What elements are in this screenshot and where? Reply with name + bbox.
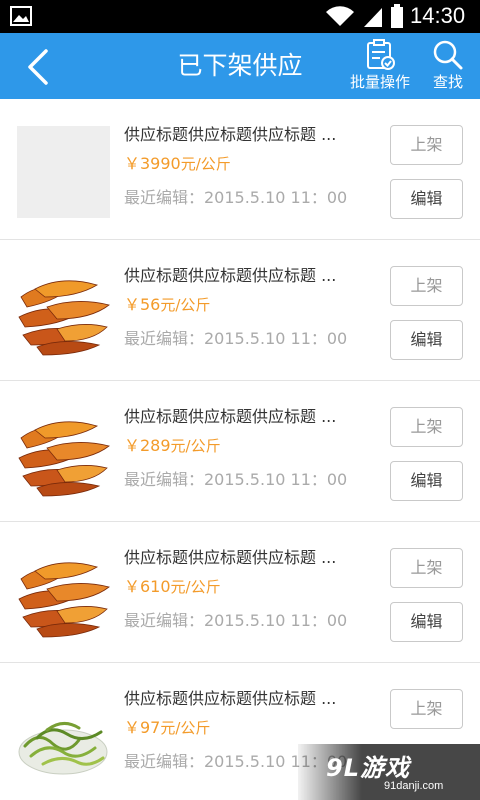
price-value: ￥610 (124, 577, 171, 596)
item-price: ￥610元/公斤 (124, 577, 221, 597)
battery-icon (390, 4, 404, 32)
search-icon (433, 40, 463, 70)
edit-button[interactable]: 编辑 (390, 320, 463, 360)
price-unit: 元/公斤 (170, 578, 221, 596)
product-image-dried-pepper (17, 549, 110, 641)
item-title: 供应标题供应标题供应标题 ... (124, 548, 337, 567)
product-image-dried-pepper (17, 267, 110, 359)
relist-button[interactable]: 上架 (390, 407, 463, 447)
item-title: 供应标题供应标题供应标题 ... (124, 266, 337, 285)
list-item[interactable]: 供应标题供应标题供应标题 ... ￥610元/公斤 最近编辑：2015.5.10… (0, 522, 480, 663)
price-value: ￥56 (124, 295, 161, 314)
item-price: ￥3990元/公斤 (124, 154, 231, 174)
status-time: 14:30 (410, 3, 466, 28)
relist-button[interactable]: 上架 (390, 266, 463, 306)
relist-button[interactable]: 上架 (390, 548, 463, 588)
watermark-logo: 9L游戏 (326, 754, 410, 782)
search-label: 查找 (432, 73, 463, 91)
list-item[interactable]: 供应标题供应标题供应标题 ... ￥289元/公斤 最近编辑：2015.5.10… (0, 381, 480, 522)
list-item[interactable]: 供应标题供应标题供应标题 ... ￥56元/公斤 最近编辑：2015.5.10 … (0, 240, 480, 381)
last-edited: 最近编辑：2015.5.10 11：00 (124, 470, 348, 489)
last-edited: 最近编辑：2015.5.10 11：00 (124, 329, 348, 348)
list-item[interactable]: 供应标题供应标题供应标题 ... ￥3990元/公斤 最近编辑：2015.5.1… (0, 99, 480, 240)
batch-operation-label: 批量操作 (349, 73, 410, 91)
product-image-placeholder (17, 126, 110, 218)
app-bar: 已下架供应 批量操作 查找 (0, 33, 480, 99)
wifi-icon (325, 5, 355, 31)
watermark-site: 91danji.com (384, 780, 444, 792)
item-title: 供应标题供应标题供应标题 ... (124, 125, 337, 144)
price-unit: 元/公斤 (180, 155, 231, 173)
status-bar: 14:30 (0, 0, 480, 33)
last-edited: 最近编辑：2015.5.10 11：00 (124, 611, 348, 630)
price-unit: 元/公斤 (160, 296, 211, 314)
item-title: 供应标题供应标题供应标题 ... (124, 689, 337, 708)
item-price: ￥56元/公斤 (124, 295, 210, 315)
price-value: ￥97 (124, 718, 161, 737)
edit-button[interactable]: 编辑 (390, 179, 463, 219)
price-value: ￥3990 (124, 154, 181, 173)
item-title: 供应标题供应标题供应标题 ... (124, 407, 337, 426)
clipboard-check-icon (367, 39, 395, 70)
item-price: ￥289元/公斤 (124, 436, 221, 456)
batch-operation-button[interactable]: 批量操作 (345, 39, 415, 91)
price-unit: 元/公斤 (170, 437, 221, 455)
edit-button[interactable]: 编辑 (390, 461, 463, 501)
product-image-green-vegetable (17, 690, 110, 782)
edit-button[interactable]: 编辑 (390, 602, 463, 642)
signal-icon (362, 6, 384, 32)
relist-button[interactable]: 上架 (390, 689, 463, 729)
search-button[interactable]: 查找 (428, 39, 468, 91)
price-unit: 元/公斤 (160, 719, 211, 737)
gallery-icon (10, 6, 32, 30)
watermark: 9L游戏 91danji.com (298, 744, 480, 800)
supply-list: 供应标题供应标题供应标题 ... ￥3990元/公斤 最近编辑：2015.5.1… (0, 99, 480, 800)
item-price: ￥97元/公斤 (124, 718, 210, 738)
price-value: ￥289 (124, 436, 171, 455)
relist-button[interactable]: 上架 (390, 125, 463, 165)
last-edited: 最近编辑：2015.5.10 11：00 (124, 188, 348, 207)
product-image-dried-pepper (17, 408, 110, 500)
